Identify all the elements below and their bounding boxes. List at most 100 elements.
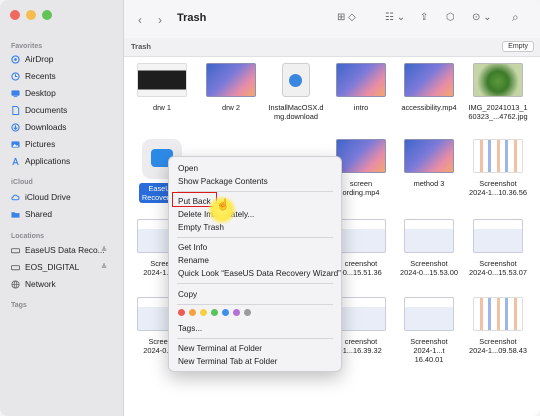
download-icon xyxy=(11,122,20,132)
menu-item-get-info[interactable]: Get Info xyxy=(178,243,207,252)
file-item[interactable]: method 3 xyxy=(399,139,459,188)
file-item[interactable]: Screenshot 2024-0...15.53.07 xyxy=(468,219,528,277)
window-controls xyxy=(10,10,52,20)
sidebar-item-label: AirDrop xyxy=(25,54,54,64)
view-options-icon[interactable]: ⊞ ◇ xyxy=(337,12,356,23)
file-item[interactable]: drw 2 xyxy=(201,63,261,112)
sidebar-item-network[interactable]: Network xyxy=(11,279,56,289)
file-thumbnail xyxy=(404,63,454,97)
path-bar: Trash Empty xyxy=(124,38,540,57)
file-thumbnail xyxy=(473,139,523,173)
sidebar-item-pictures[interactable]: Pictures xyxy=(11,139,55,149)
file-item[interactable]: Screenshot 2024-1...10.36.56 xyxy=(468,139,528,197)
file-thumbnail xyxy=(137,63,187,97)
file-item[interactable]: InstallMacOSX.d mg.download xyxy=(266,63,326,121)
disk-icon xyxy=(11,246,20,255)
sidebar-item-label: Desktop xyxy=(25,88,56,98)
sidebar-item-label: Network xyxy=(25,279,56,289)
file-thumbnail xyxy=(404,297,454,331)
sidebar-item-label: Downloads xyxy=(25,122,67,132)
sidebar-item-label: Shared xyxy=(25,209,53,219)
zoom-button[interactable] xyxy=(42,10,52,20)
sidebar-item-label: EOS_DIGITAL xyxy=(25,262,80,272)
menu-item-rename[interactable]: Rename xyxy=(178,256,209,265)
context-menu: Open Show Package Contents Put Back Dele… xyxy=(168,156,342,372)
file-name: method 3 xyxy=(413,179,445,188)
sidebar-item-desktop[interactable]: Desktop xyxy=(11,88,56,98)
tag-color-dot[interactable] xyxy=(189,309,196,316)
group-by-icon[interactable]: ☷ ⌄ xyxy=(385,12,405,23)
empty-trash-button[interactable]: Empty xyxy=(502,41,534,52)
forward-button[interactable]: › xyxy=(158,13,162,27)
tag-icon[interactable]: ⬡ xyxy=(446,12,455,23)
shared-folder-icon xyxy=(11,210,20,219)
file-item[interactable]: intro xyxy=(331,63,391,112)
sidebar: Favorites AirDrop Recents Desktop Docume… xyxy=(0,0,124,416)
menu-item-new-terminal-tab[interactable]: New Terminal Tab at Folder xyxy=(178,357,277,366)
sidebar-item-label: Recents xyxy=(25,71,56,81)
file-thumbnail xyxy=(473,219,523,253)
sidebar-item-eos-digital[interactable]: EOS_DIGITAL xyxy=(11,262,79,272)
close-button[interactable] xyxy=(10,10,20,20)
file-name: InstallMacOSX.d mg.download xyxy=(268,103,324,121)
eject-icon[interactable]: ≜ xyxy=(101,246,107,254)
sidebar-item-recents[interactable]: Recents xyxy=(11,71,56,81)
menu-item-show-package-contents[interactable]: Show Package Contents xyxy=(178,177,268,186)
network-icon xyxy=(11,279,20,289)
minimize-button[interactable] xyxy=(26,10,36,20)
tag-color-dot[interactable] xyxy=(222,309,229,316)
sidebar-item-downloads[interactable]: Downloads xyxy=(11,122,66,132)
file-name: drw 1 xyxy=(152,103,172,112)
file-item[interactable]: IMG_20241013_1 60323_...4762.jpg xyxy=(468,63,528,121)
clock-icon xyxy=(11,71,20,81)
more-actions-icon[interactable]: ⊙ ⌄ xyxy=(472,12,492,23)
file-item[interactable]: accessibility.mp4 xyxy=(399,63,459,112)
menu-item-new-terminal[interactable]: New Terminal at Folder xyxy=(178,344,262,353)
sidebar-item-airdrop[interactable]: AirDrop xyxy=(11,54,53,64)
menu-item-tags[interactable]: Tags... xyxy=(178,324,202,333)
file-item[interactable]: Screenshot 2024-1...09.58.43 xyxy=(468,297,528,355)
sidebar-item-shared[interactable]: Shared xyxy=(11,209,52,219)
file-name: Screenshot 2024-0...15.53.07 xyxy=(469,259,527,277)
sidebar-item-applications[interactable]: Applications xyxy=(11,156,70,166)
menu-item-quick-look[interactable]: Quick Look “EaseUS Data Recovery Wizard” xyxy=(178,269,341,278)
sidebar-item-label: Applications xyxy=(25,156,71,166)
file-thumbnail xyxy=(404,139,454,173)
file-name: Screenshot 2024-1...09.58.43 xyxy=(469,337,527,355)
location-label: Trash xyxy=(131,42,152,51)
menu-separator xyxy=(177,304,333,305)
file-item[interactable]: drw 1 xyxy=(132,63,192,112)
eject-icon[interactable]: ≜ xyxy=(101,263,107,271)
sidebar-item-label: Pictures xyxy=(25,139,56,149)
file-name: drw 2 xyxy=(221,103,241,112)
menu-item-copy[interactable]: Copy xyxy=(178,290,197,299)
icloud-header: iCloud xyxy=(11,179,33,186)
file-thumbnail xyxy=(473,63,523,97)
desktop-icon xyxy=(11,89,20,98)
tag-color-dot[interactable] xyxy=(233,309,240,316)
finder-window: Favorites AirDrop Recents Desktop Docume… xyxy=(0,0,540,416)
favorites-header: Favorites xyxy=(11,43,43,50)
disk-image-icon xyxy=(282,63,310,97)
tag-color-dot[interactable] xyxy=(200,309,207,316)
file-item[interactable]: Screenshot 2024-1...t 16.40.01 xyxy=(399,297,459,364)
file-name: Screenshot 2024-1...10.36.56 xyxy=(469,179,527,197)
menu-item-open[interactable]: Open xyxy=(178,164,198,173)
sidebar-item-documents[interactable]: Documents xyxy=(11,105,67,115)
cloud-icon xyxy=(11,193,20,202)
tag-color-dot[interactable] xyxy=(178,309,185,316)
back-button[interactable]: ‹ xyxy=(138,13,142,27)
tag-color-dot[interactable] xyxy=(244,309,251,316)
file-name: Screenshot 2024-0...15.53.00 xyxy=(400,259,458,277)
tag-color-dot[interactable] xyxy=(211,309,218,316)
search-icon[interactable]: ⌕ xyxy=(512,10,519,25)
file-thumbnail xyxy=(336,219,386,253)
menu-separator xyxy=(177,283,333,284)
file-item[interactable]: Screenshot 2024-0...15.53.00 xyxy=(399,219,459,277)
menu-separator xyxy=(177,338,333,339)
share-icon[interactable]: ⇪ xyxy=(420,12,428,23)
file-name: accessibility.mp4 xyxy=(401,103,457,112)
file-thumbnail xyxy=(336,63,386,97)
sidebar-item-easeus-volume[interactable]: EaseUS Data Reco... xyxy=(11,245,105,255)
sidebar-item-icloud-drive[interactable]: iCloud Drive xyxy=(11,192,71,202)
